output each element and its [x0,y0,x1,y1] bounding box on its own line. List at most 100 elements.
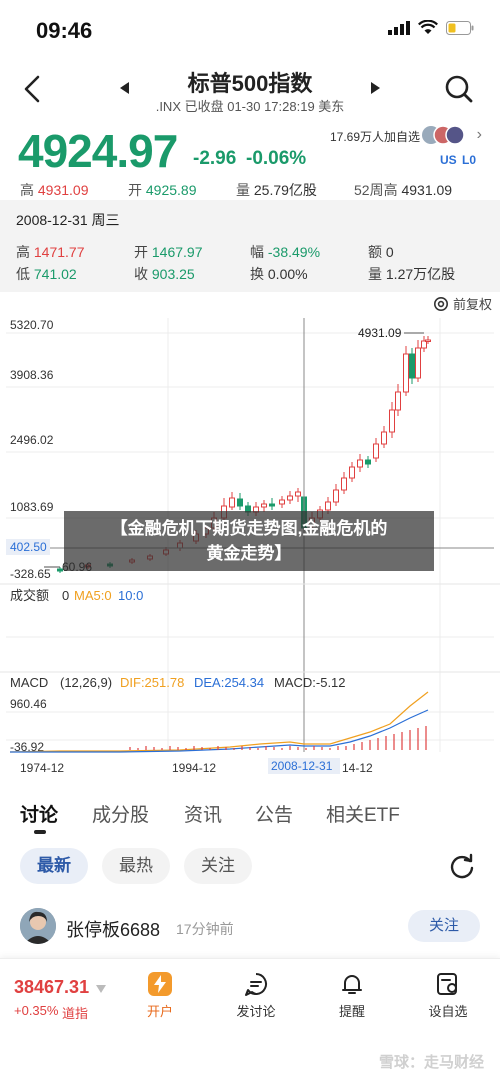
post-time: 17分钟前 [176,921,234,937]
y-tick-label: 1083.69 [10,500,54,514]
more-icon[interactable]: › [477,126,482,144]
macd-top-label: 960.46 [10,697,47,711]
y-tick-label: 5320.70 [10,318,54,332]
detail-vol-value: 1.27万亿股 [385,266,456,282]
candle-body [389,409,395,433]
candle-body [395,391,401,411]
market-status: .INX 已收盘 01-30 17:28:19 美东 [155,99,345,114]
detail-amplitude: 幅 -38.49% [250,242,320,262]
caption-line-2: 黄金走势】 [206,544,292,563]
signal-icon [388,20,410,35]
status-time: 09:46 [36,18,93,43]
post-discussion-label: 发讨论 [236,1004,276,1019]
active-tab-indicator [34,830,46,834]
detail-low: 低 741.02 [16,264,77,284]
detail-amt-label: 额 [368,244,382,260]
stat-open: 开 4925.89 [128,180,197,200]
dea-line [10,709,429,753]
content-tabs: 讨论 成分股 资讯 公告 相关ETF [0,796,500,836]
ticker-change: +0.35% [14,1003,59,1018]
candle-body [341,477,347,491]
bell-icon [342,975,362,994]
stat-volume-value: 25.79亿股 [253,182,317,198]
candle-body [365,459,371,465]
post-username[interactable]: 张停板6688 [66,916,160,942]
post-discussion-button[interactable]: 发讨论 [226,971,286,1020]
add-watchlist-button[interactable]: 设自选 [418,971,478,1020]
detail-amount: 额 0 [368,242,394,262]
x-axis-label: 1974-12 [20,761,64,775]
tab-components[interactable]: 成分股 [92,800,149,827]
crosshair-y-label: 402.50 [10,540,47,554]
ticker-dropdown-icon[interactable] [96,985,106,993]
market-badge: US [440,153,457,167]
detail-amp-label: 幅 [250,244,264,260]
status-bar: 09:46 [0,0,500,60]
macd-series [9,691,429,753]
chat-icon [245,973,267,996]
dif-label: DIF:251.78 [120,675,184,690]
tab-discussion[interactable]: 讨论 [20,800,58,827]
y-tick-label: 3908.36 [10,368,54,382]
followers-count[interactable]: 17.69万人加自选 [330,128,420,145]
detail-high-label: 高 [16,244,30,260]
detail-open-label: 开 [134,244,148,260]
stat-open-label: 开 [128,182,142,198]
follower-avatars[interactable] [422,124,466,146]
follow-button[interactable]: 关注 [408,910,480,942]
quote-area: 4924.97 -2.96 -0.06% 17.69万人加自选 › US L0 … [0,120,500,200]
detail-low-value: 741.02 [33,266,77,282]
y-tick-label: -328.65 [10,567,51,581]
detail-turn-value: 0.00% [267,266,308,282]
nav-bar: 标普500指数 .INX 已收盘 01-30 17:28:19 美东 [0,60,500,120]
tab-announcements[interactable]: 公告 [255,800,293,827]
avatar-image [20,908,56,944]
search-icon[interactable] [444,74,474,104]
candle-body [325,501,331,511]
detail-date: 2008-12-31 周三 [16,212,120,228]
lightning-icon [148,972,172,996]
tab-related-etf[interactable]: 相关ETF [326,800,400,827]
subtab-following[interactable]: 关注 [184,848,252,884]
stat-52w-label: 52周高 [354,182,398,198]
candle-body [349,466,355,479]
level-badge: L0 [462,153,477,167]
adjust-mode-button[interactable]: 前复权 [433,294,492,313]
add-watchlist-label: 设自选 [428,1004,468,1019]
stat-high-value: 4931.09 [37,182,89,198]
dea-label: DEA:254.34 [194,675,264,690]
post-header: 张停板6688 17分钟前 关注 [0,906,500,950]
detail-turnover: 换 0.00% [250,264,308,284]
candle-body [415,347,421,379]
open-account-button[interactable]: 开户 [130,971,190,1020]
candle-body [279,499,285,505]
refresh-icon[interactable] [448,852,476,880]
subtab-latest[interactable]: 最新 [20,848,88,884]
candle-body [333,489,339,503]
subtab-hot[interactable]: 最热 [102,848,170,884]
detail-high-value: 1471.77 [33,244,85,260]
ticker-value[interactable]: 38467.31 [14,977,89,998]
bottom-toolbar: 38467.31 +0.35% 道指 开户 发讨论 提醒 设自选 雪球：走马财经 [0,958,500,1081]
detail-close: 收 903.25 [134,264,195,284]
avatar[interactable] [20,908,56,944]
next-stock-icon[interactable] [370,82,380,94]
detail-low-label: 低 [16,266,30,282]
alert-button[interactable]: 提醒 [322,971,382,1020]
stat-volume: 量 25.79亿股 [236,180,317,200]
wifi-icon [418,20,438,34]
crosshair-detail-panel: 2008-12-31 周三 高 1471.77 开 1467.97 幅 -38.… [0,200,500,292]
alert-label: 提醒 [338,1004,365,1019]
candle-body [261,503,267,508]
candle-body [357,459,363,468]
dif-line [9,691,429,753]
watermark: 雪球：走马财经 [378,1054,484,1071]
stat-open-value: 4925.89 [145,182,197,198]
price-change-pct: -0.06% [246,148,307,169]
caption-line-1: 【金融危机下期货走势图,金融危机的 [110,519,388,538]
x-axis-label: 1994-12 [172,761,216,775]
tab-news[interactable]: 资讯 [184,800,222,827]
candle-body [425,339,431,342]
stat-volume-label: 量 [236,182,250,198]
detail-amp-value: -38.49% [267,244,321,260]
